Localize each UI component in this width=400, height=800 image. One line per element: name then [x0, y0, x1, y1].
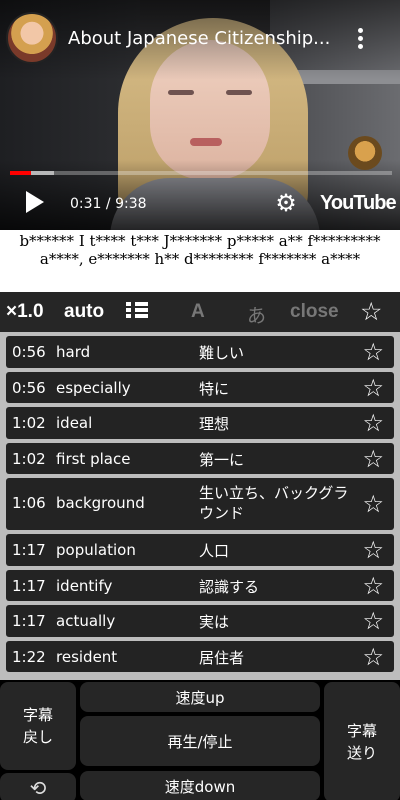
word-english: resident — [56, 647, 118, 666]
word-japanese: 特に — [199, 379, 230, 398]
list-item[interactable]: 1:06 background 生い立ち、バックグラウンド ☆ — [6, 478, 394, 530]
star-icon[interactable]: ☆ — [362, 607, 384, 635]
word-japanese: 理想 — [199, 415, 230, 433]
word-english: ideal — [56, 414, 93, 432]
channel-watermark[interactable] — [348, 136, 382, 170]
word-time: 1:17 — [12, 576, 46, 595]
word-time: 0:56 — [12, 378, 46, 397]
word-english: especially — [56, 378, 131, 397]
time-display: 0:31 / 9:38 — [70, 196, 147, 212]
star-icon[interactable]: ☆ — [362, 445, 384, 473]
list-item[interactable]: 1:22 resident 居住者 ☆ — [6, 640, 394, 672]
word-time: 1:02 — [12, 449, 46, 468]
list-item[interactable]: 1:17 identify 認識する ☆ — [6, 569, 394, 601]
word-time: 1:17 — [12, 541, 46, 559]
star-icon[interactable]: ☆ — [362, 572, 384, 600]
seek-bar-progress — [10, 171, 31, 175]
speed-down-button[interactable]: 速度down — [80, 771, 320, 800]
word-japanese: 実は — [199, 613, 230, 631]
word-english: population — [56, 541, 136, 559]
play-icon[interactable] — [26, 191, 44, 213]
star-icon[interactable]: ☆ — [362, 374, 384, 402]
auto-button[interactable]: auto — [64, 301, 104, 323]
video-title[interactable]: About Japanese Citizenship... — [68, 28, 343, 49]
word-english: hard — [56, 343, 91, 361]
word-time: 1:22 — [12, 647, 46, 666]
list-item[interactable]: 1:17 actually 実は ☆ — [6, 605, 394, 637]
play-pause-button[interactable]: 再生/停止 — [80, 716, 320, 766]
video-frame-eye — [168, 90, 194, 95]
star-icon[interactable]: ☆ — [362, 643, 384, 671]
word-japanese: 人口 — [199, 542, 230, 560]
subtitle-back-label-1: 字幕 — [22, 706, 53, 724]
kana-toggle-button[interactable]: あ — [247, 301, 266, 328]
subtitle-back-button[interactable]: 字幕 戻し — [0, 682, 76, 770]
playback-speed-button[interactable]: ×1.0 — [6, 301, 44, 323]
list-item[interactable]: 0:56 hard 難しい ☆ — [6, 336, 394, 368]
word-time: 1:02 — [12, 414, 46, 432]
list-item[interactable]: 1:02 ideal 理想 ☆ — [6, 407, 394, 439]
more-vertical-icon[interactable] — [352, 26, 368, 52]
word-japanese: 第一に — [199, 450, 245, 469]
star-icon[interactable]: ☆ — [362, 338, 384, 366]
bottom-controls: 字幕 戻し 速度up 再生/停止 速度down 字幕 送り ⟲ — [0, 680, 400, 800]
word-english: identify — [56, 576, 113, 595]
word-english: actually — [56, 612, 116, 630]
time-separator: / — [101, 196, 116, 212]
channel-avatar[interactable] — [6, 12, 58, 64]
subtitle-forward-label-1: 字幕 — [346, 722, 377, 740]
word-japanese: 居住者 — [199, 648, 245, 667]
word-japanese: 認識する — [199, 577, 260, 596]
video-frame-eye — [226, 90, 252, 95]
video-frame-mouth — [190, 138, 222, 146]
list-icon[interactable] — [126, 302, 148, 320]
word-english: first place — [56, 449, 131, 468]
star-icon[interactable]: ☆ — [362, 490, 384, 518]
masked-subtitle[interactable]: b****** I t**** t*** J******* p***** a**… — [0, 230, 400, 292]
star-icon[interactable]: ☆ — [362, 536, 384, 564]
close-button[interactable]: close — [290, 301, 339, 323]
star-icon[interactable]: ☆ — [362, 409, 384, 437]
word-time: 0:56 — [12, 343, 46, 361]
word-japanese: 難しい — [199, 344, 245, 362]
vocabulary-list[interactable]: 0:56 hard 難しい ☆ 0:56 especially 特に ☆ 1:0… — [0, 332, 400, 680]
list-item[interactable]: 1:02 first place 第一に ☆ — [6, 442, 394, 474]
list-item[interactable]: 1:17 population 人口 ☆ — [6, 534, 394, 566]
word-time: 1:17 — [12, 612, 46, 630]
current-time: 0:31 — [70, 196, 102, 212]
speed-up-button[interactable]: 速度up — [80, 682, 320, 712]
word-time: 1:06 — [12, 494, 46, 512]
control-bar: ×1.0 auto A あ close ☆ — [0, 292, 400, 332]
video-player[interactable]: About Japanese Citizenship... 0:31 / 9:3… — [0, 0, 400, 230]
list-item[interactable]: 0:56 especially 特に ☆ — [6, 371, 394, 403]
duration: 9:38 — [115, 196, 147, 212]
youtube-logo[interactable]: YouTube — [320, 192, 397, 215]
font-toggle-button[interactable]: A — [191, 301, 205, 323]
word-japanese: 生い立ち、バックグラウンド — [199, 484, 349, 522]
repeat-one-icon[interactable]: ⟲ — [0, 773, 76, 800]
gear-icon[interactable]: ⚙ — [273, 190, 299, 216]
star-icon[interactable]: ☆ — [360, 297, 382, 327]
subtitle-forward-button[interactable]: 字幕 送り — [324, 682, 400, 800]
subtitle-back-label-2: 戻し — [22, 728, 53, 746]
seek-bar[interactable] — [10, 171, 392, 175]
subtitle-forward-label-2: 送り — [346, 744, 377, 762]
word-english: background — [56, 494, 145, 512]
